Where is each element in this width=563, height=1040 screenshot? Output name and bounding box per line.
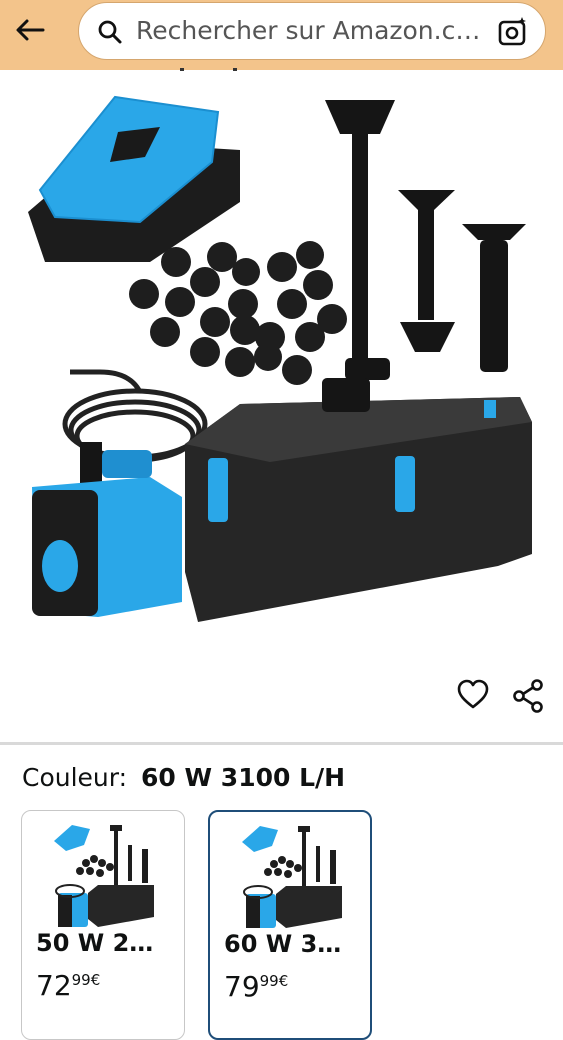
search-input[interactable]: Rechercher sur Amazon.c… [78,2,546,60]
price-whole: 79 [224,970,260,1003]
filter-box [185,378,532,622]
variant-title: 50 W 2… [36,929,154,957]
variant-price: 7999€ [224,970,288,1003]
product-image[interactable] [0,72,563,672]
color-value: 60 W 3100 L/H [141,763,346,792]
heart-icon[interactable] [456,678,490,712]
section-divider [0,742,563,745]
filter-sponge [28,95,240,262]
search-icon [98,20,122,44]
price-fraction: 99 [71,971,91,989]
color-label: Couleur: [22,763,128,792]
variant-title: 60 W 3… [224,930,342,958]
camera-lens-icon[interactable] [497,16,529,48]
back-button[interactable] [10,12,50,48]
variant-option-60w[interactable]: 60 W 3… 7999€ [208,810,372,1040]
back-arrow-icon [16,19,45,41]
variant-option-50w[interactable]: 50 W 2… 7299€ [21,810,185,1040]
bio-balls [129,241,347,385]
variant-thumbnail [242,826,342,928]
variant-thumbnail [54,825,154,927]
divider-mark [233,68,237,71]
variant-price: 7299€ [36,969,100,1002]
divider-mark [180,68,184,71]
price-currency: € [90,971,101,989]
price-whole: 72 [36,969,72,1002]
top-search-bar: Rechercher sur Amazon.c… [0,0,563,70]
price-fraction: 99 [259,972,279,990]
price-currency: € [278,972,289,990]
pump [32,442,182,617]
share-icon[interactable] [512,679,544,713]
color-selection-label: Couleur: 60 W 3100 L/H [22,763,345,792]
search-placeholder: Rechercher sur Amazon.c… [136,16,481,45]
